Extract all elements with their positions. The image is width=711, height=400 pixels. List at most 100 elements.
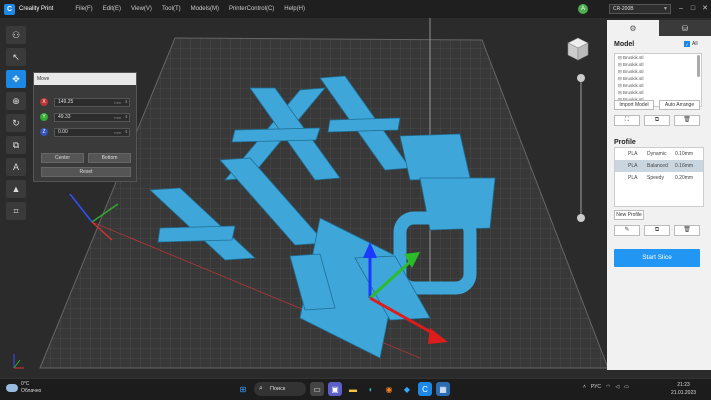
z-coordinate-input[interactable]: 0.00 mm ⇕	[54, 127, 130, 137]
clock-time: 21:23	[677, 382, 690, 388]
title-bar: C Creality Print File(F) Edit(E) View(V)…	[0, 0, 711, 18]
y-coordinate-input[interactable]: 49.33 mm ⇕	[54, 112, 130, 122]
right-panel-tabs: ⚙ ⛁	[607, 20, 711, 36]
move-panel: Move X 149.25 mm ⇕ Y 49.33 mm ⇕ Z 0.00 m…	[33, 72, 137, 182]
list-item[interactable]: ⊟ Bruskik.stl	[615, 75, 701, 82]
model-section-title: Model	[614, 41, 635, 48]
mirror-tool-icon[interactable]: ⧉	[6, 136, 26, 154]
x-coordinate-input[interactable]: 149.25 mm ⇕	[54, 97, 130, 107]
taskbar-search[interactable]: ⌕ Поиск	[254, 382, 306, 396]
profile-row[interactable]: PLA Balanced 0.16mm	[615, 160, 703, 172]
calculator-icon[interactable]: ▦	[436, 382, 450, 396]
maximize-button[interactable]: □	[687, 0, 699, 18]
x-spinner-icon[interactable]: ⇕	[125, 98, 128, 105]
menu-edit[interactable]: Edit(E)	[103, 6, 121, 12]
z-unit-label: mm	[114, 129, 121, 135]
y-axis-icon: Y	[40, 113, 48, 121]
list-item[interactable]: ⊟ Bruskik.stl	[615, 61, 701, 68]
profile-row[interactable]: PLA Speedy 0.20mm	[615, 172, 703, 184]
list-item[interactable]: ⊟ Bruskik.stl	[615, 68, 701, 75]
bottom-button[interactable]: Bottom	[88, 153, 131, 163]
support-tool-icon[interactable]: ⌗	[6, 202, 26, 220]
menu-help[interactable]: Help(H)	[284, 6, 305, 12]
cloud-icon	[6, 384, 18, 392]
creality-print-taskbar-icon[interactable]: C	[418, 382, 432, 396]
delete-model-icon[interactable]: 🗑	[674, 115, 700, 126]
app-icon[interactable]: ◆	[400, 382, 414, 396]
battery-icon[interactable]: ▭	[624, 384, 629, 390]
select-all-checkbox[interactable]: ✓ All	[684, 41, 698, 47]
y-coordinate-row: Y 49.33 mm ⇕	[40, 112, 132, 122]
scale-tool-icon[interactable]: ⊕	[6, 92, 26, 110]
search-icon: ⌕	[259, 385, 263, 392]
layer-slider-top-handle[interactable]	[577, 74, 585, 82]
list-item[interactable]: ⊟ Bruskik.stl	[615, 82, 701, 89]
printer-select[interactable]: CR-200B ▼	[609, 4, 671, 14]
edit-profile-icon[interactable]: ✎	[614, 225, 640, 236]
y-spinner-icon[interactable]: ⇕	[125, 113, 128, 120]
import-model-button[interactable]: Import Model	[614, 100, 654, 110]
chevron-up-icon[interactable]: ˄	[583, 384, 586, 390]
profile-section-title: Profile	[614, 139, 636, 146]
windows-taskbar: 0°C Облачно ⊞ ⌕ Поиск ▭ ▣ ▬ ◐ ◉ ◆ C ▦ ˄ …	[0, 378, 711, 400]
system-tray: ˄ РУС ◠ ◁ ▭	[583, 384, 629, 390]
model-list-scrollbar[interactable]	[697, 55, 700, 77]
profile-list: PLA Dynamic 0.10mm PLA Balanced 0.16mm P…	[614, 147, 704, 207]
menu-view[interactable]: View(V)	[131, 6, 152, 12]
x-coordinate-row: X 149.25 mm ⇕	[40, 97, 132, 107]
menu-printer-control[interactable]: PrinterControl(C)	[229, 6, 274, 12]
model-action-1-icon[interactable]: ⛶	[614, 115, 640, 126]
center-button[interactable]: Center	[41, 153, 84, 163]
select-tool-icon[interactable]: ↖	[6, 48, 26, 66]
move-tool-icon[interactable]: ✥	[6, 70, 26, 88]
file-explorer-icon[interactable]: ▬	[346, 382, 360, 396]
copy-profile-icon[interactable]: ⧉	[644, 225, 670, 236]
weather-widget[interactable]: 0°C Облачно	[6, 381, 41, 395]
slice-tab-icon[interactable]: ⛁	[659, 20, 711, 36]
delete-profile-icon[interactable]: 🗑	[674, 225, 700, 236]
model-action-2-icon[interactable]: ⧉	[644, 115, 670, 126]
layer-slider[interactable]	[577, 74, 585, 222]
list-item[interactable]: ⊟ Bruskik.stl	[615, 89, 701, 96]
reset-button[interactable]: Reset	[41, 167, 131, 177]
text-tool-icon[interactable]: A	[6, 158, 26, 176]
z-spinner-icon[interactable]: ⇕	[125, 128, 128, 135]
new-profile-button[interactable]: New Profile	[614, 210, 644, 220]
list-item[interactable]: ⊟ Bruskik.stl	[615, 54, 701, 61]
origin-y-axis	[69, 193, 93, 223]
model-library-icon[interactable]: ⚇	[6, 26, 26, 44]
window-controls: – □ ✕	[675, 0, 711, 18]
taskbar-apps: ⊞ ⌕ Поиск ▭ ▣ ▬ ◐ ◉ ◆ C ▦	[236, 382, 450, 396]
start-slice-button[interactable]: Start Slice	[614, 249, 700, 267]
blender-icon[interactable]: ◉	[382, 382, 396, 396]
language-indicator[interactable]: РУС	[591, 384, 601, 390]
account-avatar[interactable]: A	[578, 4, 588, 14]
wifi-icon[interactable]: ◠	[606, 384, 610, 390]
chevron-down-icon: ▼	[663, 6, 668, 12]
clock[interactable]: 21:23 21.01.2023	[671, 381, 696, 397]
volume-icon[interactable]: ◁	[615, 384, 619, 390]
settings-tab-icon[interactable]: ⚙	[607, 20, 659, 36]
minimize-button[interactable]: –	[675, 0, 687, 18]
left-toolbar: ⚇ ↖ ✥ ⊕ ↻ ⧉ A ▲ ⌗	[6, 26, 26, 220]
move-panel-title: Move	[34, 73, 136, 85]
menu-file[interactable]: File(F)	[75, 6, 92, 12]
edge-browser-icon[interactable]: ◐	[364, 382, 378, 396]
menu-models[interactable]: Models(M)	[191, 6, 219, 12]
profile-row[interactable]: PLA Dynamic 0.10mm	[615, 148, 703, 160]
view-cube-icon[interactable]	[566, 36, 590, 66]
checkmark-icon: ✓	[684, 41, 690, 47]
windows-start-icon[interactable]: ⊞	[236, 382, 250, 396]
rotate-tool-icon[interactable]: ↻	[6, 114, 26, 132]
select-all-label: All	[692, 41, 698, 47]
lay-flat-tool-icon[interactable]: ▲	[6, 180, 26, 198]
menu-tool[interactable]: Tool(T)	[162, 6, 181, 12]
y-coordinate-value: 49.33	[58, 113, 71, 120]
layer-slider-bottom-handle[interactable]	[577, 214, 585, 222]
chat-icon[interactable]: ▣	[328, 382, 342, 396]
weather-status: Облачно	[21, 388, 42, 394]
task-view-icon[interactable]: ▭	[310, 382, 324, 396]
auto-arrange-button[interactable]: Auto Arrange	[659, 100, 700, 110]
close-button[interactable]: ✕	[699, 0, 711, 18]
model-list[interactable]: ⊟ Bruskik.stl ⊟ Bruskik.stl ⊟ Bruskik.st…	[614, 53, 702, 107]
